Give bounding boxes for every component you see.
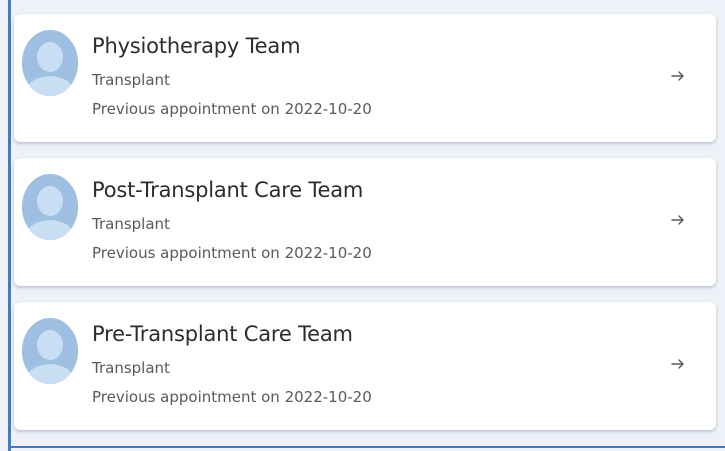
team-department: Transplant: [92, 71, 170, 89]
person-avatar-icon: [22, 174, 78, 240]
previous-appointment: Previous appointment on 2022-10-20: [92, 388, 372, 406]
arrow-right-icon[interactable]: [670, 356, 686, 370]
team-department: Transplant: [92, 359, 170, 377]
team-department: Transplant: [92, 215, 170, 233]
team-name: Physiotherapy Team: [92, 34, 301, 58]
bottom-accent-border: [8, 446, 725, 448]
care-team-list-screen: Physiotherapy Team Transplant Previous a…: [0, 0, 725, 451]
care-team-card-pre-transplant[interactable]: Pre-Transplant Care Team Transplant Prev…: [14, 302, 716, 430]
previous-appointment: Previous appointment on 2022-10-20: [92, 100, 372, 118]
person-avatar-icon: [22, 318, 78, 384]
previous-appointment: Previous appointment on 2022-10-20: [92, 244, 372, 262]
person-avatar-icon: [22, 30, 78, 96]
arrow-right-icon[interactable]: [670, 68, 686, 82]
care-team-list: Physiotherapy Team Transplant Previous a…: [14, 14, 716, 446]
team-name: Pre-Transplant Care Team: [92, 322, 353, 346]
left-accent-border: [8, 0, 11, 451]
care-team-card-physiotherapy[interactable]: Physiotherapy Team Transplant Previous a…: [14, 14, 716, 142]
team-name: Post-Transplant Care Team: [92, 178, 364, 202]
arrow-right-icon[interactable]: [670, 212, 686, 226]
care-team-card-post-transplant[interactable]: Post-Transplant Care Team Transplant Pre…: [14, 158, 716, 286]
